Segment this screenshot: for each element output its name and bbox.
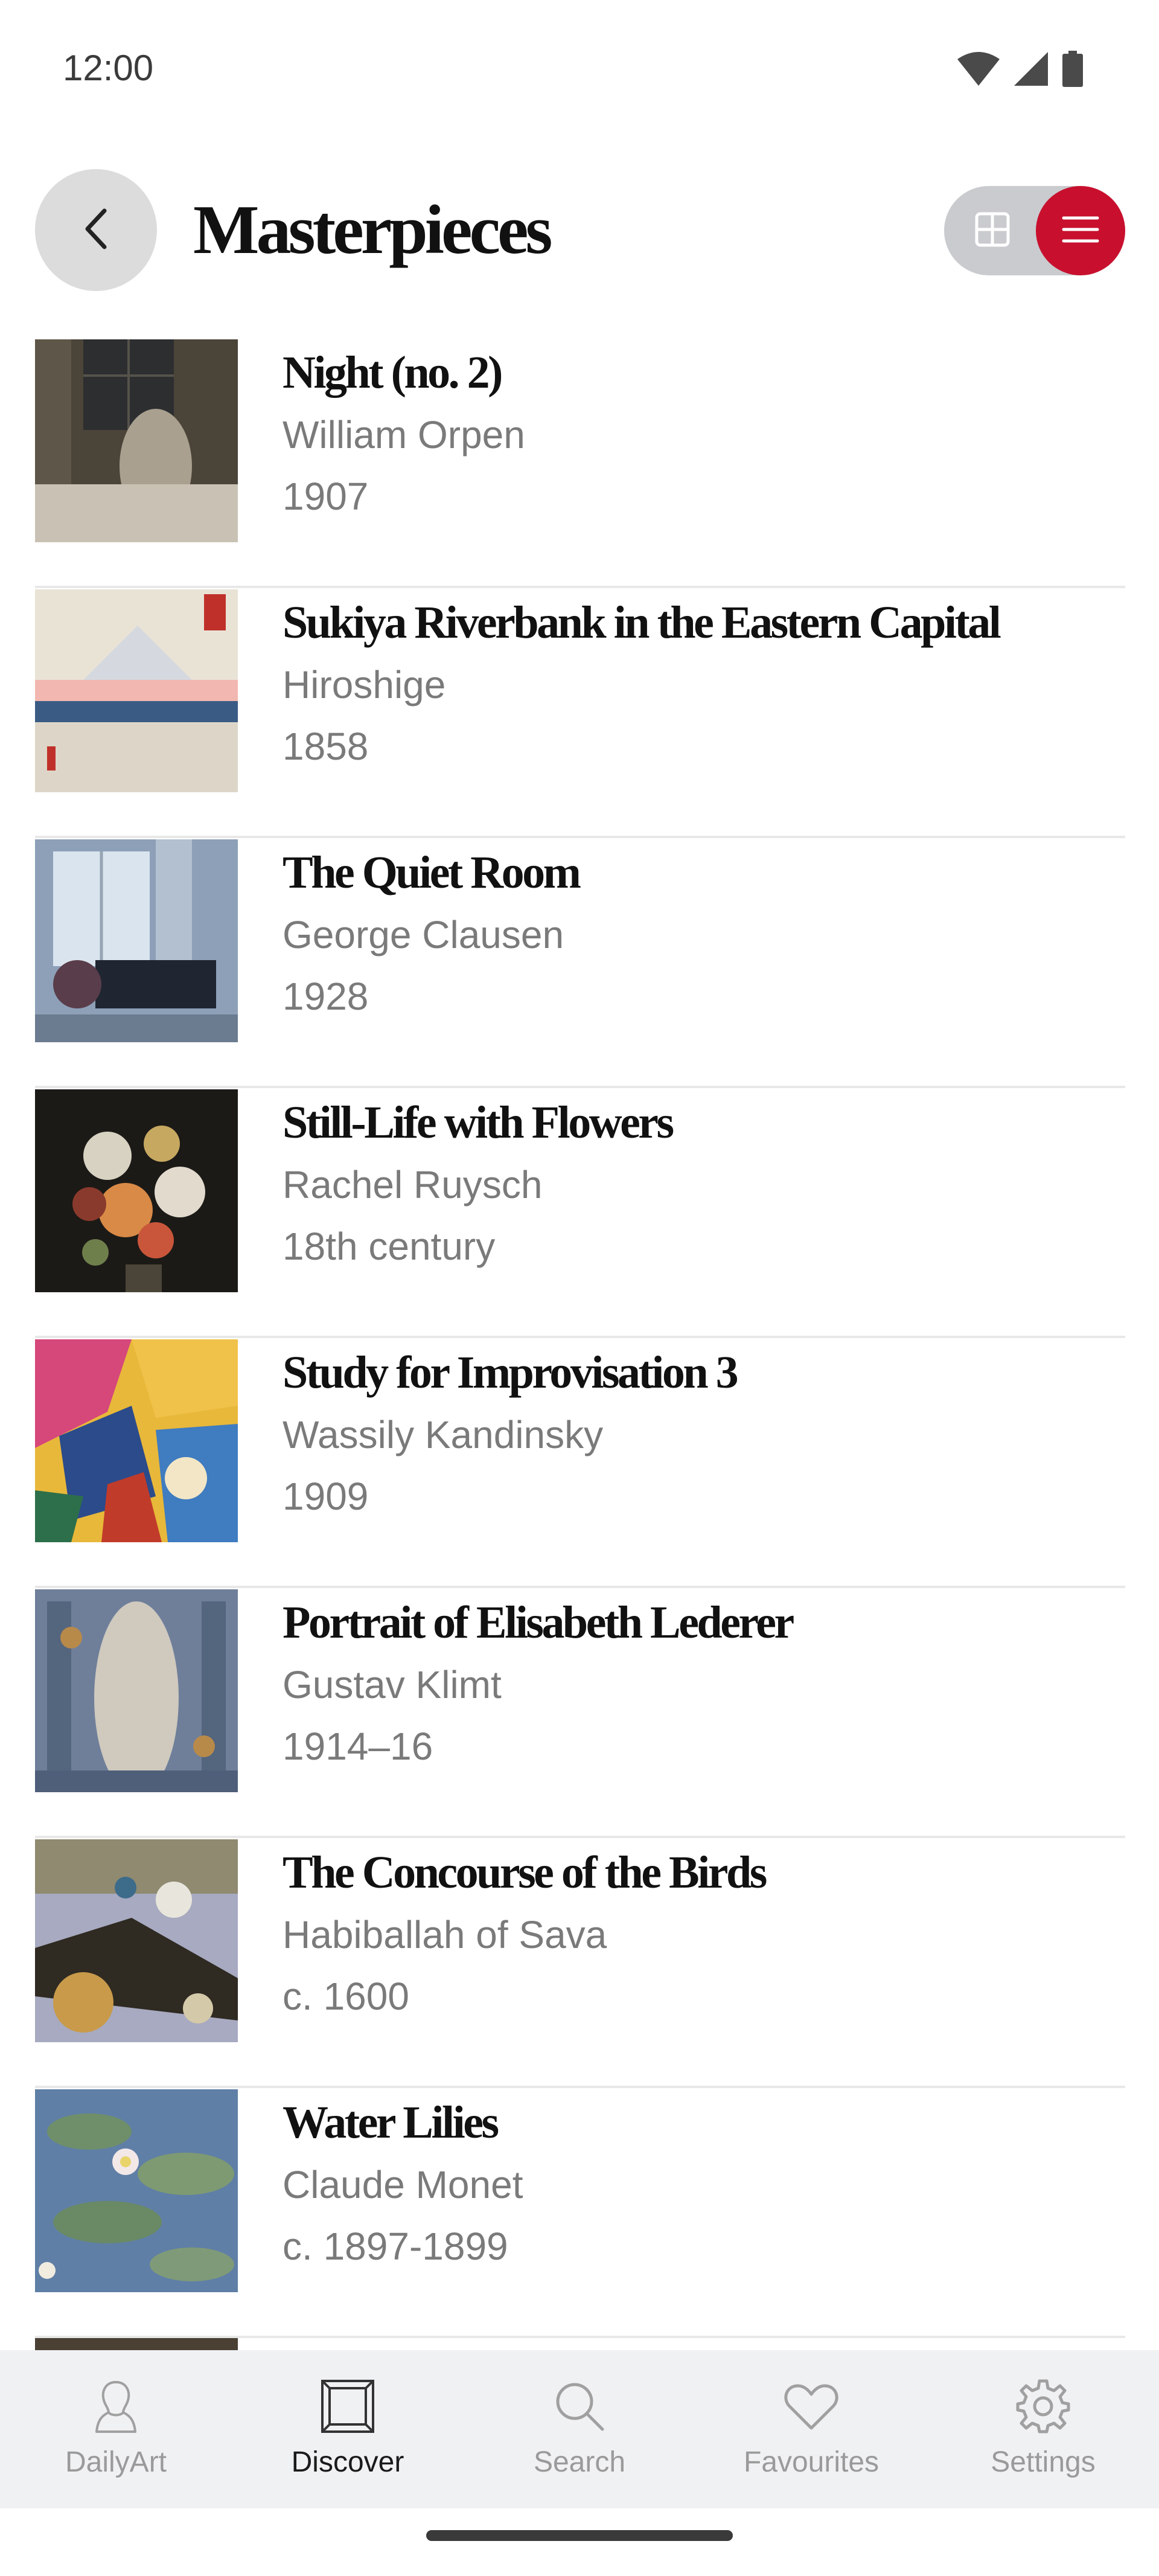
artwork-artist: William Orpen bbox=[283, 413, 525, 457]
nav-dailyart[interactable]: DailyArt bbox=[0, 2350, 232, 2508]
artwork-artist: George Clausen bbox=[283, 913, 564, 956]
artwork-thumbnail bbox=[35, 2089, 238, 2292]
nav-label: Favourites bbox=[743, 2446, 880, 2478]
nav-search[interactable]: Search bbox=[464, 2350, 695, 2508]
nav-label: DailyArt bbox=[65, 2446, 167, 2478]
status-time: 12:00 bbox=[63, 48, 154, 88]
artwork-title: Study for Improvisation 3 bbox=[283, 1347, 739, 1398]
artwork-date: 1909 bbox=[283, 1475, 369, 1518]
artwork-thumbnail bbox=[35, 1839, 238, 2042]
heart-icon bbox=[778, 2373, 845, 2440]
artwork-row[interactable]: Still-Life with Flowers Rachel Ruysch 18… bbox=[35, 1088, 1125, 1338]
artwork-thumbnail bbox=[35, 1339, 238, 1542]
home-indicator[interactable] bbox=[426, 2530, 733, 2541]
artwork-title: Portrait of Elisabeth Lederer bbox=[283, 1597, 794, 1648]
artwork-artist: Habiballah of Sava bbox=[283, 1913, 607, 1956]
frame-icon bbox=[314, 2373, 381, 2440]
artwork-artist: Gustav Klimt bbox=[283, 1663, 502, 1706]
artwork-date: 1858 bbox=[283, 725, 369, 768]
nav-label: Settings bbox=[991, 2446, 1096, 2478]
wifi-icon bbox=[957, 52, 1000, 86]
artwork-row[interactable]: The Quiet Room George Clausen 1928 bbox=[35, 838, 1125, 1088]
artwork-date: 1928 bbox=[283, 975, 369, 1018]
gear-icon bbox=[1010, 2373, 1076, 2440]
artwork-artist: Wassily Kandinsky bbox=[283, 1413, 604, 1456]
artwork-row[interactable]: Night (no. 2) William Orpen 1907 bbox=[35, 338, 1125, 588]
artwork-artist: Hiroshige bbox=[283, 663, 446, 706]
nav-label: Search bbox=[533, 2446, 626, 2478]
artwork-title: Water Lilies bbox=[283, 2097, 499, 2148]
artwork-date: 1907 bbox=[283, 475, 369, 518]
artwork-thumbnail bbox=[35, 589, 238, 792]
artwork-artist: Rachel Ruysch bbox=[283, 1163, 543, 1206]
artwork-title: The Quiet Room bbox=[283, 847, 581, 898]
artwork-row[interactable]: Water Lilies Claude Monet c. 1897-1899 bbox=[35, 2088, 1125, 2338]
status-icons bbox=[957, 51, 1083, 87]
artwork-thumbnail bbox=[35, 1089, 238, 1292]
list-view-button[interactable] bbox=[1036, 186, 1125, 275]
artwork-artist: Claude Monet bbox=[283, 2163, 523, 2206]
cellular-signal-icon bbox=[1014, 52, 1048, 86]
artwork-date: 1914–16 bbox=[283, 1725, 433, 1768]
status-bar: 12:00 bbox=[0, 0, 1159, 139]
artwork-thumbnail bbox=[35, 339, 238, 542]
artwork-list[interactable]: Night (no. 2) William Orpen 1907 Sukiya … bbox=[35, 338, 1125, 2355]
chevron-left-icon bbox=[78, 207, 114, 254]
page-title: Masterpieces bbox=[193, 191, 553, 269]
artwork-date: 18th century bbox=[283, 1225, 496, 1268]
artwork-row[interactable]: Portrait of Elisabeth Lederer Gustav Kli… bbox=[35, 1588, 1125, 1838]
view-mode-toggle[interactable] bbox=[944, 186, 1125, 275]
grid-icon bbox=[974, 211, 1011, 251]
artwork-row[interactable]: Sukiya Riverbank in the Eastern Capital … bbox=[35, 588, 1125, 838]
artwork-title: The Concourse of the Birds bbox=[283, 1847, 767, 1898]
dailyart-bust-icon bbox=[83, 2373, 149, 2440]
artwork-title: Night (no. 2) bbox=[283, 347, 503, 398]
bottom-navigation: DailyArt Discover Search Favourites Sett… bbox=[0, 2350, 1159, 2508]
nav-favourites[interactable]: Favourites bbox=[695, 2350, 927, 2508]
artwork-date: c. 1600 bbox=[283, 1975, 409, 2018]
search-icon bbox=[546, 2373, 613, 2440]
nav-discover[interactable]: Discover bbox=[232, 2350, 464, 2508]
battery-icon bbox=[1062, 51, 1083, 87]
artwork-date: c. 1897-1899 bbox=[283, 2225, 508, 2268]
artwork-title: Still-Life with Flowers bbox=[283, 1097, 674, 1148]
artwork-row[interactable]: Study for Improvisation 3 Wassily Kandin… bbox=[35, 1338, 1125, 1588]
artwork-row[interactable]: The Concourse of the Birds Habiballah of… bbox=[35, 1838, 1125, 2088]
back-button[interactable] bbox=[35, 169, 157, 291]
artwork-title: Sukiya Riverbank in the Eastern Capital bbox=[283, 597, 1001, 648]
grid-view-button[interactable] bbox=[966, 204, 1019, 257]
nav-settings[interactable]: Settings bbox=[927, 2350, 1159, 2508]
artwork-thumbnail bbox=[35, 839, 238, 1042]
nav-label: Discover bbox=[291, 2446, 404, 2478]
artwork-thumbnail bbox=[35, 1589, 238, 1792]
app-header: Masterpieces bbox=[0, 139, 1159, 320]
list-icon bbox=[1061, 214, 1100, 248]
